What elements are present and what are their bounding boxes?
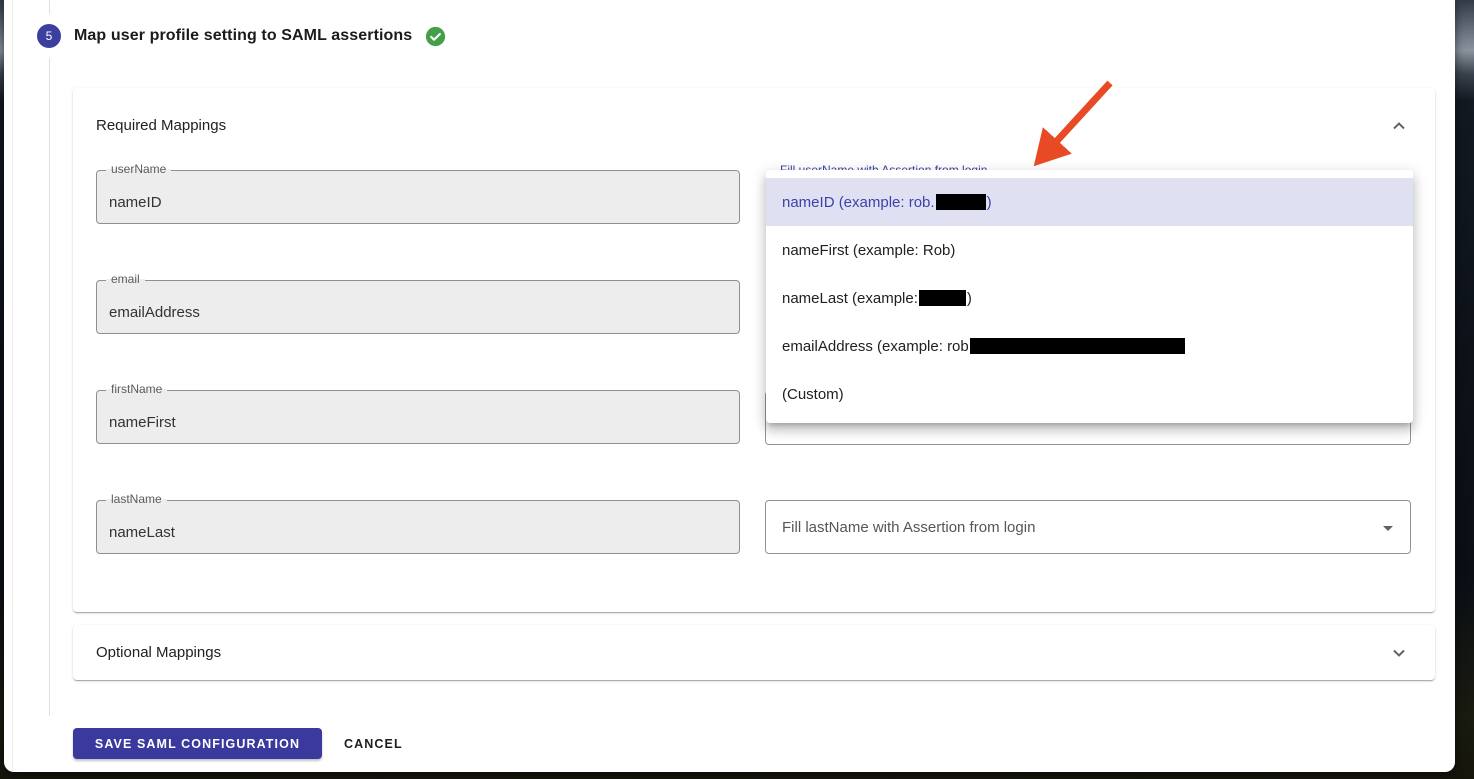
email-field[interactable]: email emailAddress xyxy=(96,280,740,334)
optional-mappings-header: Optional Mappings xyxy=(96,644,221,661)
step-number-badge: 5 xyxy=(37,24,61,48)
chevron-down-icon[interactable] xyxy=(1387,641,1411,670)
email-field-label: email xyxy=(106,273,145,286)
username-field-value: nameID xyxy=(109,194,162,211)
stepper-connector-top xyxy=(49,0,50,14)
step-completed-check-icon xyxy=(425,26,446,47)
menu-item-emailaddress[interactable]: emailAddress (example: rob xyxy=(766,322,1413,370)
menu-item-text: emailAddress (example: rob xyxy=(782,338,969,355)
lastname-field-value: nameLast xyxy=(109,524,175,541)
username-field-label: userName xyxy=(106,163,171,176)
lastname-field-label: lastName xyxy=(106,493,167,506)
menu-item-text: ) xyxy=(987,194,992,211)
redaction-bar xyxy=(936,194,986,210)
redaction-bar xyxy=(970,338,1185,354)
menu-item-namelast[interactable]: nameLast (example: ) xyxy=(766,274,1413,322)
username-field[interactable]: userName nameID xyxy=(96,170,740,224)
chevron-up-icon[interactable] xyxy=(1387,114,1411,143)
step-title: Map user profile setting to SAML asserti… xyxy=(74,27,412,45)
save-saml-configuration-button[interactable]: SAVE SAML CONFIGURATION xyxy=(73,728,322,759)
dropdown-arrow-icon xyxy=(1383,526,1393,531)
saml-config-card: 5 Map user profile setting to SAML asser… xyxy=(4,0,1455,772)
stepper-connector-bottom xyxy=(49,58,50,716)
required-mappings-panel: Required Mappings userName nameID email … xyxy=(73,88,1435,612)
menu-item-text: ) xyxy=(967,290,972,307)
menu-item-custom[interactable]: (Custom) xyxy=(766,370,1413,418)
email-field-value: emailAddress xyxy=(109,304,200,321)
menu-item-text: (Custom) xyxy=(782,386,844,403)
menu-item-text: nameFirst (example: Rob) xyxy=(782,242,955,259)
cancel-button[interactable]: CANCEL xyxy=(336,728,411,759)
firstname-field[interactable]: firstName nameFirst xyxy=(96,390,740,444)
card-inner-edge xyxy=(12,0,13,772)
menu-item-nameid[interactable]: nameID (example: rob. ) xyxy=(766,178,1413,226)
firstname-field-label: firstName xyxy=(106,383,167,396)
optional-mappings-panel[interactable]: Optional Mappings xyxy=(73,625,1435,680)
redaction-bar xyxy=(919,290,966,306)
firstname-field-value: nameFirst xyxy=(109,414,176,431)
menu-item-namefirst[interactable]: nameFirst (example: Rob) xyxy=(766,226,1413,274)
menu-item-text: nameID (example: rob. xyxy=(782,194,935,211)
menu-item-text: nameLast (example: xyxy=(782,290,918,307)
step-5-header: 5 Map user profile setting to SAML asser… xyxy=(37,24,446,48)
lastname-assertion-select-value: Fill lastName with Assertion from login xyxy=(782,519,1035,536)
required-mappings-header[interactable]: Required Mappings xyxy=(96,117,226,134)
assertion-dropdown-menu: nameID (example: rob. ) nameFirst (examp… xyxy=(766,170,1413,423)
lastname-field[interactable]: lastName nameLast xyxy=(96,500,740,554)
lastname-assertion-select[interactable]: Fill lastName with Assertion from login xyxy=(765,500,1411,554)
